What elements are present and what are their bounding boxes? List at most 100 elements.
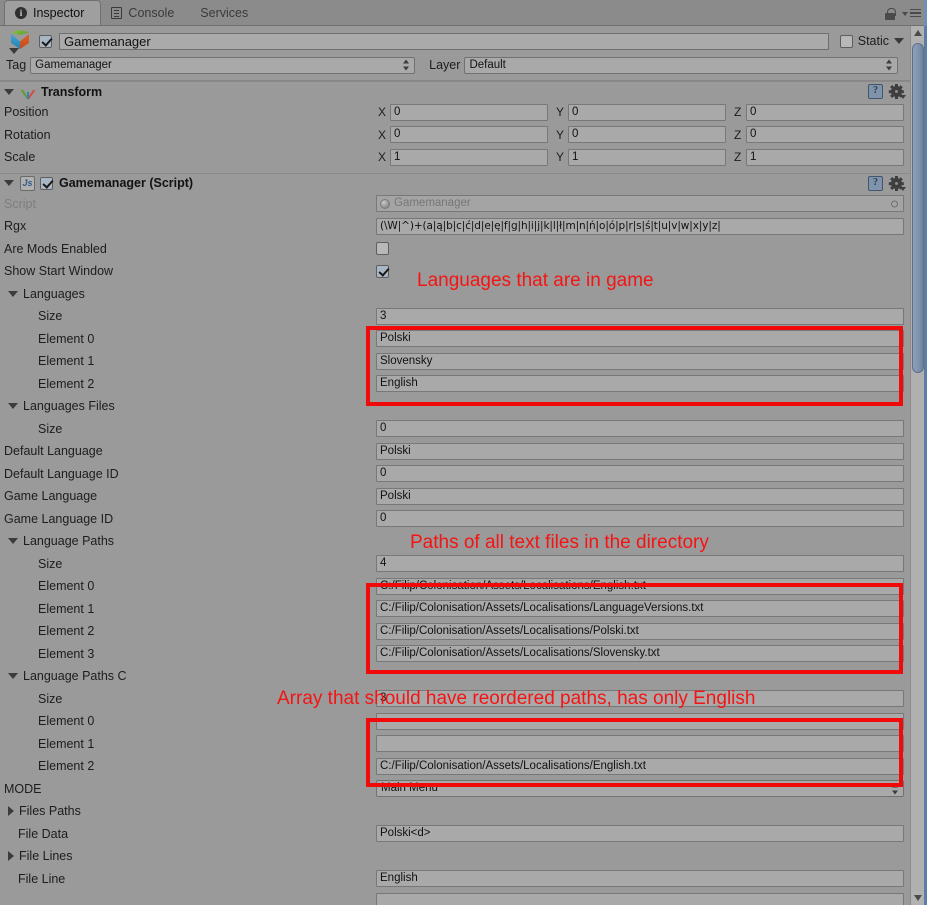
mode-dropdown[interactable]: Main Menu bbox=[376, 780, 904, 798]
languages-files-foldout-icon[interactable] bbox=[8, 403, 18, 410]
mode-row: MODE Main Menu bbox=[0, 778, 910, 801]
transform-component-header[interactable]: Transform ? bbox=[0, 81, 910, 101]
rotation-z-input[interactable]: 0 bbox=[746, 126, 904, 144]
language-paths-c-foldout-row[interactable]: Language Paths C bbox=[0, 665, 910, 688]
scroll-down-arrow-icon[interactable] bbox=[911, 891, 925, 905]
default-language-input[interactable]: Polski bbox=[376, 442, 904, 460]
languages-files-foldout-row[interactable]: Languages Files bbox=[0, 395, 910, 418]
languages-foldout-icon[interactable] bbox=[8, 290, 18, 297]
tab-inspector[interactable]: i Inspector bbox=[4, 0, 102, 25]
vertical-scrollbar[interactable] bbox=[910, 26, 925, 905]
transform-rotation-row: Rotation X 0 Y 0 Z 0 bbox=[0, 124, 910, 147]
game-language-row: Game Language Polski bbox=[0, 485, 910, 508]
layer-dropdown[interactable]: Default bbox=[464, 56, 898, 74]
tag-label: Tag bbox=[6, 58, 27, 72]
language-paths-foldout-icon[interactable] bbox=[8, 538, 18, 545]
info-icon: i bbox=[15, 7, 27, 19]
transform-foldout-icon[interactable] bbox=[4, 88, 14, 95]
scrollbar-thumb[interactable] bbox=[912, 43, 924, 373]
file-data-row: File Data Polski<d> bbox=[0, 823, 910, 846]
language-paths-element-1-input[interactable]: C:/Filip/Colonisation/Assets/Localisatio… bbox=[376, 600, 904, 618]
scale-x-input[interactable]: 1 bbox=[390, 148, 548, 166]
rgx-input[interactable]: (\W|^)+(a|ą|b|c|ć|d|e|ę|f|g|h|i|j|k|l|ł|… bbox=[376, 217, 904, 235]
game-language-id-input[interactable]: 0 bbox=[376, 510, 904, 528]
files-paths-foldout-row[interactable]: Files Paths bbox=[0, 800, 910, 823]
show-start-window-checkbox[interactable] bbox=[376, 264, 389, 278]
help-icon[interactable]: ? bbox=[868, 84, 883, 99]
lock-icon[interactable] bbox=[885, 8, 896, 20]
language-paths-foldout-row[interactable]: Language Paths bbox=[0, 530, 910, 553]
axis-x-label: X bbox=[378, 150, 387, 165]
script-value: Gamemanager bbox=[394, 197, 471, 210]
object-picker-icon[interactable] bbox=[891, 200, 898, 208]
hamburger-menu-icon[interactable] bbox=[902, 8, 921, 20]
gameobject-name-input[interactable]: Gamemanager bbox=[59, 32, 829, 50]
languages-element-0-input[interactable]: Polski bbox=[376, 330, 904, 348]
language-paths-element-2-label: Element 2 bbox=[38, 624, 95, 639]
help-icon[interactable]: ? bbox=[868, 175, 883, 191]
file-lines-foldout-row[interactable]: File Lines bbox=[0, 845, 910, 868]
position-x-input[interactable]: 0 bbox=[390, 103, 548, 121]
rotation-y-input[interactable]: 0 bbox=[568, 126, 726, 144]
static-checkbox[interactable] bbox=[839, 34, 853, 48]
language-paths-c-element-2-row: Element 2 C:/Filip/Colonisation/Assets/L… bbox=[0, 755, 910, 778]
file-data-input[interactable]: Polski<d> bbox=[376, 825, 904, 843]
layer-value: Default bbox=[469, 58, 506, 71]
axis-z-label: Z bbox=[734, 127, 742, 142]
static-dropdown-icon[interactable] bbox=[894, 38, 904, 44]
languages-files-size-input[interactable]: 0 bbox=[376, 420, 904, 438]
language-paths-c-size-row: Size 3 bbox=[0, 688, 910, 711]
languages-foldout-row[interactable]: Languages bbox=[0, 283, 910, 306]
languages-element-2-input[interactable]: English bbox=[376, 375, 904, 393]
language-paths-element-0-input[interactable]: C:/Filip/Colonisation/Assets/Localisatio… bbox=[376, 577, 904, 595]
file-lines-foldout-icon[interactable] bbox=[8, 851, 14, 862]
tag-dropdown[interactable]: Gamemanager bbox=[30, 56, 416, 74]
default-language-id-input[interactable]: 0 bbox=[376, 465, 904, 483]
rotation-x-input[interactable]: 0 bbox=[390, 126, 548, 144]
language-paths-c-foldout-icon[interactable] bbox=[8, 673, 18, 680]
file-lines-label: File Lines bbox=[19, 849, 73, 864]
languages-element-1-input[interactable]: Slovensky bbox=[376, 352, 904, 370]
mode-value: Main Menu bbox=[381, 782, 438, 795]
gear-icon[interactable] bbox=[888, 84, 906, 99]
axis-y-label: Y bbox=[556, 105, 565, 120]
gameobject-header: Gamemanager Static Tag Gamemanager Layer… bbox=[0, 26, 910, 81]
game-language-input[interactable]: Polski bbox=[376, 487, 904, 505]
script-object-field[interactable]: Gamemanager bbox=[376, 195, 904, 213]
scale-y-input[interactable]: 1 bbox=[568, 148, 726, 166]
partial-row bbox=[0, 890, 910, 905]
languages-label-wrap: Languages bbox=[4, 287, 376, 301]
language-paths-c-element-1-input[interactable] bbox=[376, 735, 904, 753]
scale-z-input[interactable]: 1 bbox=[746, 148, 904, 166]
files-paths-foldout-icon[interactable] bbox=[8, 806, 14, 817]
language-paths-c-label-wrap: Language Paths C bbox=[4, 669, 376, 683]
static-label: Static bbox=[857, 34, 889, 48]
script-component-header[interactable]: Js Gamemanager (Script) ? bbox=[0, 172, 910, 193]
position-y-input[interactable]: 0 bbox=[568, 103, 726, 121]
language-paths-c-element-0-input[interactable] bbox=[376, 712, 904, 730]
languages-element-2-row: Element 2 English bbox=[0, 373, 910, 396]
tag-dropdown-icon bbox=[403, 59, 410, 71]
tag-value: Gamemanager bbox=[35, 58, 112, 71]
tab-services[interactable]: Services bbox=[190, 0, 264, 25]
script-enabled-checkbox[interactable] bbox=[40, 176, 53, 190]
partial-input[interactable] bbox=[376, 892, 904, 905]
game-language-label: Game Language bbox=[4, 489, 98, 504]
axis-z-label: Z bbox=[734, 105, 742, 120]
gear-icon[interactable] bbox=[888, 175, 906, 191]
language-paths-c-element-2-input[interactable]: C:/Filip/Colonisation/Assets/Localisatio… bbox=[376, 757, 904, 775]
language-paths-c-size-input[interactable]: 3 bbox=[376, 690, 904, 708]
position-z-input[interactable]: 0 bbox=[746, 103, 904, 121]
gameobject-enabled-checkbox[interactable] bbox=[39, 34, 52, 48]
language-paths-c-element-1-label: Element 1 bbox=[38, 736, 95, 751]
tab-console[interactable]: Console bbox=[101, 0, 190, 25]
scroll-up-arrow-icon[interactable] bbox=[911, 26, 925, 40]
script-foldout-icon[interactable] bbox=[4, 180, 14, 186]
are-mods-enabled-checkbox[interactable] bbox=[376, 242, 389, 256]
language-paths-element-3-input[interactable]: C:/Filip/Colonisation/Assets/Localisatio… bbox=[376, 645, 904, 663]
language-paths-size-input[interactable]: 4 bbox=[376, 555, 904, 573]
file-line-input[interactable]: English bbox=[376, 870, 904, 888]
languages-size-input[interactable]: 3 bbox=[376, 307, 904, 325]
language-paths-element-2-input[interactable]: C:/Filip/Colonisation/Assets/Localisatio… bbox=[376, 622, 904, 640]
language-paths-c-element-0-row: Element 0 bbox=[0, 710, 910, 733]
